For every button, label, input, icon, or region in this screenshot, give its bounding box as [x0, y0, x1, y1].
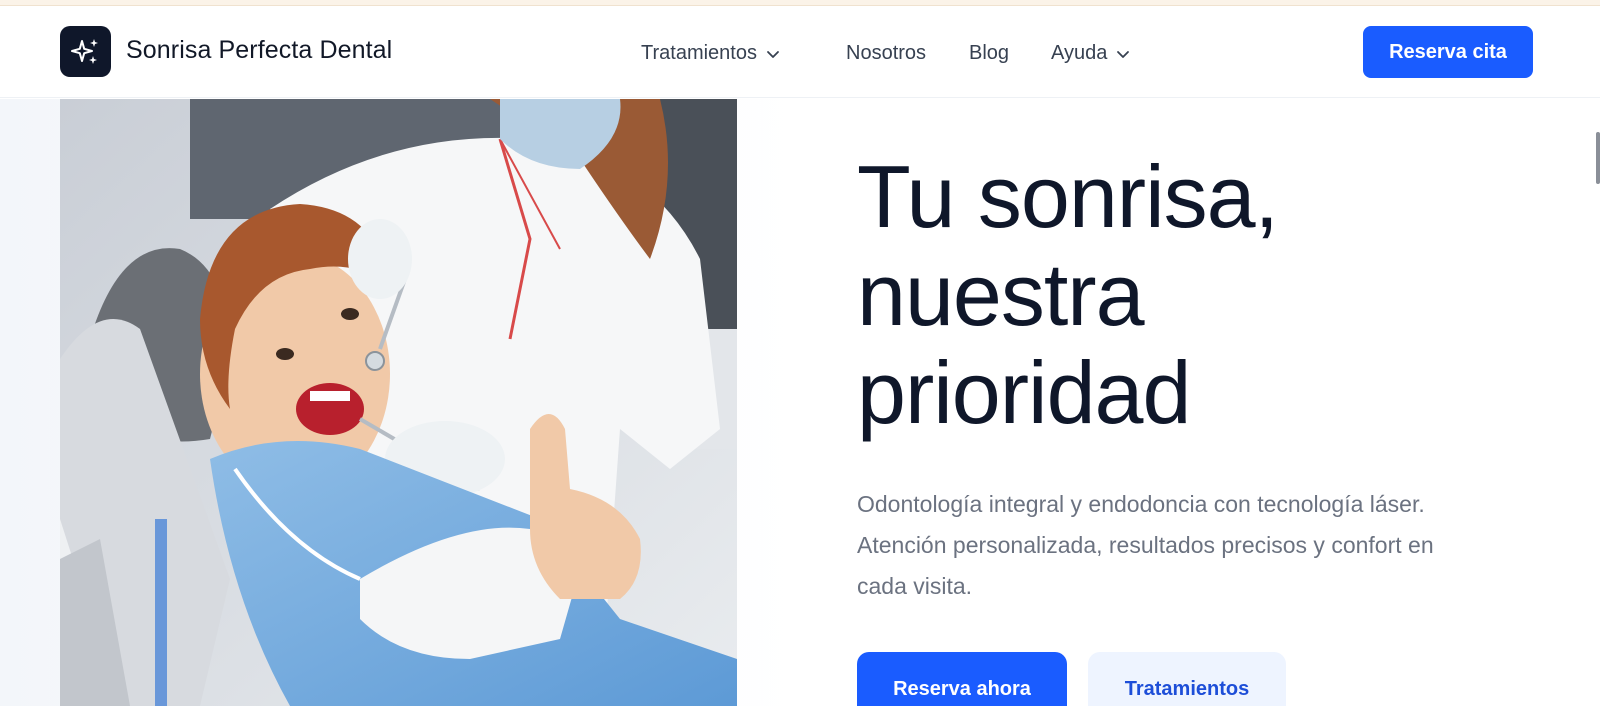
brand-name[interactable]: Sonrisa Perfecta Dental: [126, 36, 392, 65]
hero-headline: Tu sonrisa, nuestra prioridad: [857, 148, 1497, 442]
site-header: Sonrisa Perfecta Dental Tratamientos Nos…: [0, 6, 1600, 98]
dental-clinic-photo: [60, 99, 737, 706]
nav-item-label: Ayuda: [1051, 42, 1108, 64]
headline-line: prioridad: [857, 343, 1191, 442]
sparkles-icon: [70, 38, 98, 64]
chevron-down-icon: [1117, 50, 1130, 58]
nav-item-tratamientos[interactable]: Tratamientos: [641, 42, 781, 65]
treatments-button[interactable]: Tratamientos: [1088, 652, 1286, 706]
scrollbar-thumb[interactable]: [1596, 132, 1600, 184]
book-now-button[interactable]: Reserva ahora: [857, 652, 1067, 706]
nav-item-ayuda[interactable]: Ayuda: [1051, 42, 1131, 65]
nav-item-blog[interactable]: Blog: [969, 42, 1009, 65]
hero-description: Odontología integral y endodoncia con te…: [857, 491, 1434, 599]
nav-item-label: Blog: [969, 42, 1010, 64]
book-appointment-button[interactable]: Reserva cita: [1363, 26, 1533, 78]
hero-image: [60, 99, 737, 706]
page: Sonrisa Perfecta Dental Tratamientos Nos…: [0, 0, 1600, 706]
headline-line: Tu sonrisa,: [857, 147, 1279, 246]
nav-item-label: Nosotros: [846, 42, 927, 64]
chevron-down-icon: [767, 50, 779, 58]
logo[interactable]: [60, 26, 111, 77]
nav-item-label: Tratamientos: [641, 42, 757, 64]
headline-line: nuestra: [857, 245, 1145, 344]
nav-item-nosotros[interactable]: Nosotros: [846, 42, 926, 65]
